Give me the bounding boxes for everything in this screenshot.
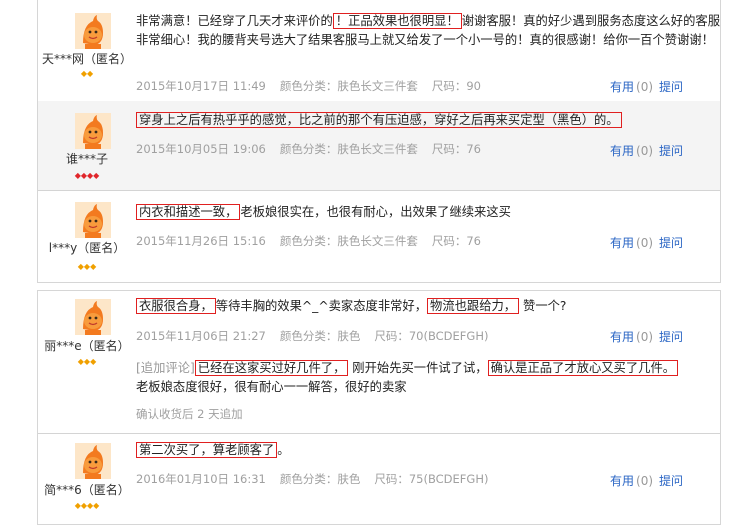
review-meta: 2015年11月26日 15:16 颜色分类：肤色长文三件套 尺码：76: [136, 233, 495, 249]
useful-count: (0): [636, 236, 654, 250]
buyer-level-icon: ◆◆◆◆: [74, 171, 100, 180]
highlight-box: 确认是正品了才放心又买了几件。: [487, 360, 679, 376]
review-text: 内衣和描述一致， 老板娘很实在，也很有耐心，出效果了继续来这买: [136, 203, 728, 222]
highlight-box: 内衣和描述一致，: [136, 204, 241, 220]
useful-count: (0): [636, 80, 654, 94]
review-item: 简***6（匿名） ◆◆◆◆ 第二次买了，算老顾客了。 2016年01月10日 …: [38, 433, 720, 523]
review-color: 颜色分类：肤色: [279, 472, 361, 486]
review-color: 颜色分类：肤色长文三件套: [279, 79, 418, 93]
highlight-box: ！正品效果也很明显！: [332, 13, 462, 29]
useful-button[interactable]: 有用: [610, 474, 634, 488]
review-size: 尺码：76: [431, 234, 481, 248]
review-actions: 有用 (0) 提问: [610, 328, 683, 345]
ask-button[interactable]: 提问: [659, 330, 683, 344]
review-item: 天***网（匿名） ◆◆ 非常满意！已经穿了几天才来评价的 ！正品效果也很明显！谢…: [38, 0, 720, 102]
review-actions: 有用 (0) 提问: [610, 142, 683, 159]
highlight-box: 衣服很合身，: [136, 298, 216, 314]
ask-button[interactable]: 提问: [659, 144, 683, 158]
buyer-level-icon: ◆◆◆: [77, 262, 97, 271]
avatar[interactable]: [75, 202, 111, 238]
useful-count: (0): [636, 474, 654, 488]
review-size: 尺码：75(BCDEFGH): [374, 472, 489, 486]
review-date: 2015年11月26日 15:16: [136, 234, 266, 248]
buyer-level-icon: ◆◆: [80, 69, 94, 78]
review-text: 第二次买了，算老顾客了。: [136, 441, 728, 460]
reviews-panel-bottom: 丽***e（匿名） ◆◆◆ 衣服很合身， 等待丰胸的效果^_^卖家态度非常好， 物流…: [37, 290, 721, 525]
review-meta: 2015年10月17日 11:49 颜色分类：肤色长文三件套 尺码：90: [136, 78, 495, 94]
appended-review: [追加评论] 已经在这家买过好几件了， 刚开始先买一件试了试， 确认是正品了才放心又…: [136, 359, 728, 397]
highlight-box: 第二次买了，算老顾客了: [136, 442, 278, 458]
review-size: 尺码：70(BCDEFGH): [374, 329, 489, 343]
reviewer-name[interactable]: 天***网（匿名）: [38, 50, 136, 67]
reviewer-name[interactable]: 简***6（匿名）: [38, 481, 136, 498]
avatar[interactable]: [75, 13, 111, 49]
review-size: 尺码：76: [431, 142, 481, 156]
useful-button[interactable]: 有用: [610, 80, 634, 94]
highlight-box: 穿身上之后有热乎乎的感觉，比之前的那个有压迫感，穿好之后再来买定型（黑色）的。: [136, 112, 622, 128]
ask-button[interactable]: 提问: [659, 474, 683, 488]
appended-tag: [追加评论]: [136, 361, 195, 375]
review-item: 谁***子 ◆◆◆◆ 穿身上之后有热乎乎的感觉，比之前的那个有压迫感，穿好之后再…: [38, 101, 720, 191]
review-date: 2016年01月10日 16:31: [136, 472, 266, 486]
review-date: 2015年11月06日 21:27: [136, 329, 266, 343]
review-date: 2015年10月05日 19:06: [136, 142, 266, 156]
review-text: 衣服很合身， 等待丰胸的效果^_^卖家态度非常好， 物流也跟给力， 赞一个?: [136, 297, 728, 316]
review-actions: 有用 (0) 提问: [610, 472, 683, 489]
review-color: 颜色分类：肤色长文三件套: [279, 234, 418, 248]
avatar[interactable]: [75, 443, 111, 479]
review-meta: 2015年10月05日 19:06 颜色分类：肤色长文三件套 尺码：76: [136, 141, 495, 157]
review-item: l***y（匿名） ◆◆◆ 内衣和描述一致， 老板娘很实在，也很有耐心，出效果了继…: [38, 190, 720, 281]
avatar[interactable]: [75, 113, 111, 149]
avatar[interactable]: [75, 299, 111, 335]
review-size: 尺码：90: [431, 79, 481, 93]
review-date: 2015年10月17日 11:49: [136, 79, 266, 93]
reviewer-name[interactable]: 丽***e（匿名）: [38, 337, 136, 354]
review-actions: 有用 (0) 提问: [610, 78, 683, 95]
reviews-panel-top: 天***网（匿名） ◆◆ 非常满意！已经穿了几天才来评价的 ！正品效果也很明显！谢…: [37, 0, 721, 283]
review-text: 穿身上之后有热乎乎的感觉，比之前的那个有压迫感，穿好之后再来买定型（黑色）的。: [136, 111, 728, 130]
highlight-box: 已经在这家买过好几件了，: [194, 360, 349, 376]
review-color: 颜色分类：肤色长文三件套: [279, 142, 418, 156]
review-meta: 2016年01月10日 16:31 颜色分类：肤色 尺码：75(BCDEFGH): [136, 471, 502, 487]
review-item: 丽***e（匿名） ◆◆◆ 衣服很合身， 等待丰胸的效果^_^卖家态度非常好， 物流…: [38, 291, 720, 434]
review-color: 颜色分类：肤色: [279, 329, 361, 343]
review-meta: 2015年11月06日 21:27 颜色分类：肤色 尺码：70(BCDEFGH): [136, 328, 502, 344]
useful-button[interactable]: 有用: [610, 330, 634, 344]
useful-count: (0): [636, 144, 654, 158]
reviewer-name[interactable]: l***y（匿名）: [38, 239, 136, 256]
useful-count: (0): [636, 330, 654, 344]
reviewer-name[interactable]: 谁***子: [38, 150, 136, 167]
highlight-box: 物流也跟给力，: [427, 298, 520, 314]
ask-button[interactable]: 提问: [659, 236, 683, 250]
appended-time: 确认收货后 2 天追加: [136, 407, 243, 421]
buyer-level-icon: ◆◆◆: [77, 357, 97, 366]
review-text: 非常满意！已经穿了几天才来评价的 ！正品效果也很明显！ 谢谢客服！真的好少遇到服务态…: [136, 13, 720, 47]
useful-button[interactable]: 有用: [610, 144, 634, 158]
ask-button[interactable]: 提问: [659, 80, 683, 94]
useful-button[interactable]: 有用: [610, 236, 634, 250]
review-actions: 有用 (0) 提问: [610, 234, 683, 251]
buyer-level-icon: ◆◆◆◆: [74, 501, 100, 510]
